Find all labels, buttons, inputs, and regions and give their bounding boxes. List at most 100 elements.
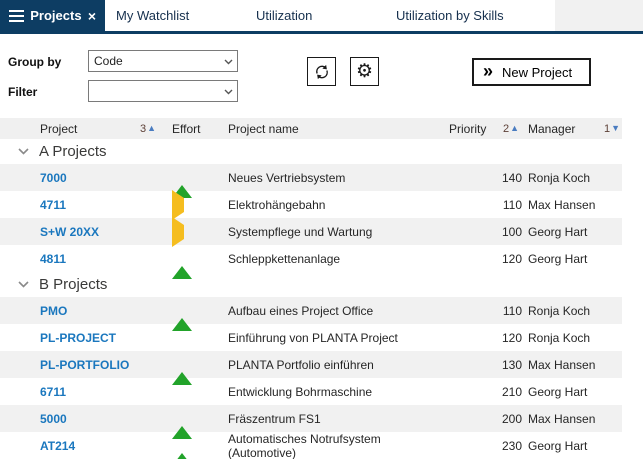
effort-cell	[172, 216, 228, 247]
manager-name: Georg Hart	[528, 251, 588, 266]
effort-trend-up-icon	[172, 411, 192, 439]
project-code-link[interactable]: S+W 20XX	[40, 225, 172, 239]
effort-cell	[172, 303, 228, 331]
sort-asc-icon: ▲	[147, 123, 156, 133]
projects-table: Project 3 ▲ Effort Project name Priority 2 …	[0, 118, 643, 459]
group-label: A Projects	[39, 143, 107, 160]
group-by-select[interactable]: Code	[88, 50, 238, 72]
project-code-link[interactable]: PMO	[40, 304, 172, 318]
table-row[interactable]: AT214 Automatisches Notrufsystem (Automo…	[0, 432, 622, 459]
group-label: B Projects	[39, 276, 108, 293]
table-row[interactable]: S+W 20XX Systempflege und Wartung 100 Ge…	[0, 216, 622, 247]
menu-icon[interactable]	[9, 9, 24, 22]
effort-trend-up-icon	[172, 357, 192, 385]
table-body: A Projects 7000 Neues Vertriebsystem 140…	[0, 139, 643, 459]
tab-utilization[interactable]: Utilization	[245, 0, 385, 31]
table-row[interactable]: PL-PROJECT Einführung von PLANTA Project…	[0, 324, 622, 351]
project-name: Entwicklung Bohrmaschine	[228, 384, 373, 399]
tab-projects-label: Projects	[30, 8, 82, 23]
table-row[interactable]: PL-PORTFOLIO PLANTA Portfolio einführen …	[0, 351, 622, 385]
group-header[interactable]: A Projects	[0, 139, 643, 164]
project-code-link[interactable]: PL-PROJECT	[40, 331, 172, 345]
settings-button[interactable]: ⚙	[350, 57, 379, 86]
effort-trend-right-icon	[172, 189, 184, 220]
effort-cell	[172, 170, 228, 198]
priority-value: 210	[501, 384, 522, 399]
refresh-icon	[315, 64, 328, 79]
manager-name: Max Hansen	[528, 357, 596, 372]
project-code-link[interactable]: 6711	[40, 385, 172, 399]
manager-name: Ronja Koch	[528, 330, 591, 345]
toolbar: Group by Code Filter ⚙ » New Project	[0, 34, 643, 118]
group-by-value: Code	[94, 54, 123, 68]
priority-value: 140	[501, 170, 522, 185]
effort-trend-right-icon	[172, 216, 184, 247]
chevron-down-icon	[224, 89, 233, 95]
project-code-link[interactable]: 7000	[40, 171, 172, 185]
filter-select[interactable]	[88, 80, 238, 102]
effort-cell	[172, 251, 228, 279]
priority-value: 100	[501, 224, 522, 239]
column-header-effort[interactable]: Effort	[172, 122, 228, 136]
priority-value: 200	[501, 411, 522, 426]
table-row[interactable]: 5000 Fräszentrum FS1 200 Max Hansen	[0, 405, 622, 439]
double-chevron-right-icon: »	[483, 61, 494, 81]
table-row[interactable]: 4811 Schleppkettenanlage 120 Georg Hart	[0, 245, 622, 279]
column-header-project[interactable]: Project 3 ▲	[40, 122, 172, 136]
project-name: Aufbau eines Project Office	[228, 303, 374, 318]
project-code-link[interactable]: 4811	[40, 252, 172, 266]
column-header-priority[interactable]: Priority	[449, 122, 486, 136]
project-name: PLANTA Portfolio einführen	[228, 357, 374, 372]
gear-icon: ⚙	[355, 61, 374, 82]
project-name: Neues Vertriebsystem	[228, 170, 346, 185]
manager-name: Max Hansen	[528, 411, 596, 426]
filter-label: Filter	[8, 85, 38, 99]
column-header-manager[interactable]: Manager	[528, 122, 575, 136]
chevron-down-icon	[224, 59, 233, 65]
project-name: Schleppkettenanlage	[228, 251, 341, 266]
tabbar-filler	[555, 0, 643, 31]
refresh-button[interactable]	[307, 57, 336, 86]
tab-my-watchlist[interactable]: My Watchlist	[105, 0, 245, 31]
tab-utilization-label: Utilization	[256, 8, 313, 23]
manager-name: Georg Hart	[528, 439, 588, 453]
table-row[interactable]: PMO Aufbau eines Project Office 110 Ronj…	[0, 297, 622, 331]
priority-value: 110	[502, 303, 522, 318]
tab-utilization-by-skills[interactable]: Utilization by Skills	[385, 0, 555, 31]
effort-cell	[172, 439, 228, 459]
group-by-label: Group by	[8, 55, 62, 69]
project-name: Elektrohängebahn	[228, 197, 326, 212]
group-header[interactable]: B Projects	[0, 272, 643, 297]
close-icon[interactable]: ×	[88, 9, 96, 23]
sort-asc-icon: ▲	[510, 123, 519, 133]
project-name: Systempflege und Wartung	[228, 224, 373, 239]
table-row[interactable]: 7000 Neues Vertriebsystem 140 Ronja Koch	[0, 164, 622, 198]
table-row[interactable]: 4711 Elektrohängebahn 110 Max Hansen	[0, 189, 622, 220]
manager-name: Ronja Koch	[528, 303, 591, 318]
priority-value: 120	[501, 251, 522, 266]
effort-cell	[172, 411, 228, 439]
project-name: Einführung von PLANTA Project	[228, 330, 398, 345]
project-code-link[interactable]: 4711	[40, 198, 172, 212]
project-code-link[interactable]: 5000	[40, 412, 172, 426]
project-code-link[interactable]: PL-PORTFOLIO	[40, 358, 172, 372]
project-name: Automatisches Notrufsystem (Automotive)	[228, 432, 381, 459]
priority-value: 230	[501, 439, 522, 453]
new-project-button[interactable]: » New Project	[472, 58, 591, 86]
tab-utilization-by-skills-label: Utilization by Skills	[396, 8, 504, 23]
column-header-name[interactable]: Project name	[228, 122, 449, 136]
manager-sort-indicator: 1 ▼	[603, 122, 620, 135]
effort-trend-up-icon	[172, 439, 192, 459]
chevron-down-icon[interactable]	[18, 281, 29, 288]
table-row[interactable]: 6711 Entwicklung Bohrmaschine 210 Georg …	[0, 378, 622, 405]
priority-sort-indicator: 2 ▲	[502, 122, 519, 135]
chevron-down-icon[interactable]	[18, 148, 29, 155]
project-code-link[interactable]: AT214	[40, 439, 172, 453]
effort-trend-up-icon	[172, 303, 192, 331]
priority-value: 130	[501, 357, 522, 372]
sort-desc-icon: ▼	[611, 123, 620, 133]
tab-projects[interactable]: Projects ×	[0, 0, 105, 31]
manager-name: Max Hansen	[528, 197, 596, 212]
project-sort-indicator: 3 ▲	[139, 122, 156, 135]
priority-value: 120	[501, 330, 522, 345]
